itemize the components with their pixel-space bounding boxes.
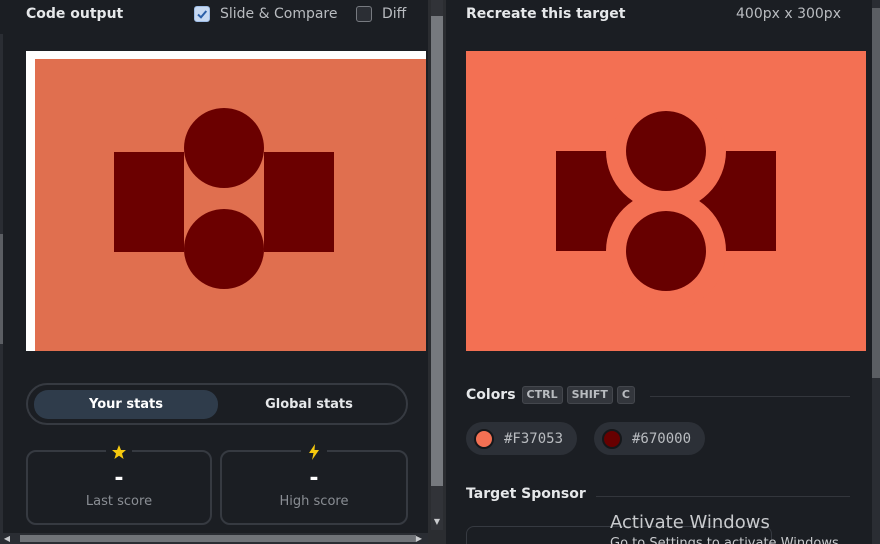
slide-compare-label[interactable]: Slide & Compare	[220, 6, 338, 22]
left-horizontal-scrollbar[interactable]: ◀ ▶	[0, 533, 428, 544]
target-image[interactable]	[466, 51, 866, 351]
diff-toggle[interactable]: Diff	[356, 0, 406, 28]
app-root: Code output Slide & Compare Diff Your st…	[0, 0, 880, 544]
scroll-left-arrow-icon[interactable]: ◀	[0, 533, 14, 544]
color-chip-1[interactable]: #F37053	[466, 422, 578, 455]
kbd-ctrl: CTRL	[521, 386, 563, 404]
color-swatch-2	[602, 428, 622, 449]
sponsor-divider	[596, 496, 850, 497]
right-edge-scroll-thumb[interactable]	[872, 8, 880, 378]
target-title: Recreate this target	[466, 6, 626, 22]
high-score-label: High score	[279, 494, 349, 509]
left-edge-scroll-thumb[interactable]	[0, 234, 3, 344]
stats-tab-switch: Your stats Global stats	[26, 383, 408, 425]
output-bottom-circle	[184, 209, 264, 289]
kbd-c: C	[616, 386, 635, 404]
target-header: Recreate this target	[466, 0, 625, 28]
code-output-header: Code output	[26, 0, 123, 28]
last-score-value: -	[114, 466, 124, 491]
target-bottom-circle	[626, 211, 706, 291]
kbd-shift: SHIFT	[566, 386, 613, 404]
color-hex-1: #F37053	[504, 430, 564, 447]
sponsor-header: Target Sponsor	[466, 486, 586, 502]
target-dimensions: 400px x 300px	[736, 6, 841, 22]
last-score-card: - Last score	[26, 441, 212, 525]
diff-label[interactable]: Diff	[382, 6, 406, 22]
slide-compare-toggle[interactable]: Slide & Compare	[194, 0, 338, 28]
left-horizontal-scroll-thumb[interactable]	[20, 535, 416, 542]
output-right-rect	[264, 152, 334, 252]
target-top-circle	[626, 111, 706, 191]
scroll-thumb[interactable]	[431, 16, 443, 486]
scroll-down-arrow-icon[interactable]: ▼	[431, 516, 443, 528]
activate-windows-subtitle: Go to Settings to activate Windows.	[610, 536, 843, 544]
colors-header: Colors CTRL SHIFT C	[466, 386, 635, 404]
target-dimensions-wrap: 400px x 300px	[736, 0, 841, 28]
code-output-panel: Code output Slide & Compare Diff Your st…	[0, 0, 428, 544]
high-score-card: - High score	[220, 441, 408, 525]
slide-compare-checkbox[interactable]	[194, 6, 210, 22]
sponsor-title: Target Sponsor	[466, 486, 586, 502]
colors-title: Colors	[466, 387, 516, 403]
output-shapes	[114, 108, 334, 289]
scroll-right-arrow-icon[interactable]: ▶	[412, 533, 426, 544]
colors-divider	[650, 396, 850, 397]
star-icon	[106, 441, 132, 463]
color-swatch-1	[474, 428, 494, 449]
tab-global-stats[interactable]: Global stats	[224, 390, 394, 419]
output-top-circle	[184, 108, 264, 188]
code-output-title: Code output	[26, 6, 124, 22]
panel-splitter-scrollbar[interactable]: ▲ ▼	[428, 0, 446, 544]
last-score-label: Last score	[85, 494, 153, 509]
bolt-icon	[301, 441, 327, 463]
checkmark-icon	[197, 10, 208, 19]
diff-checkbox[interactable]	[356, 6, 372, 22]
high-score-value: -	[309, 466, 319, 491]
output-canvas	[35, 59, 426, 351]
code-output-preview[interactable]	[26, 51, 426, 351]
color-hex-2: #670000	[632, 430, 692, 447]
activate-windows-title: Activate Windows	[610, 512, 770, 533]
tab-your-stats[interactable]: Your stats	[34, 390, 218, 419]
target-panel: Recreate this target 400px x 300px Color…	[446, 0, 880, 544]
output-left-rect	[114, 152, 184, 252]
target-shapes	[556, 91, 776, 311]
color-chip-2[interactable]: #670000	[594, 422, 706, 455]
